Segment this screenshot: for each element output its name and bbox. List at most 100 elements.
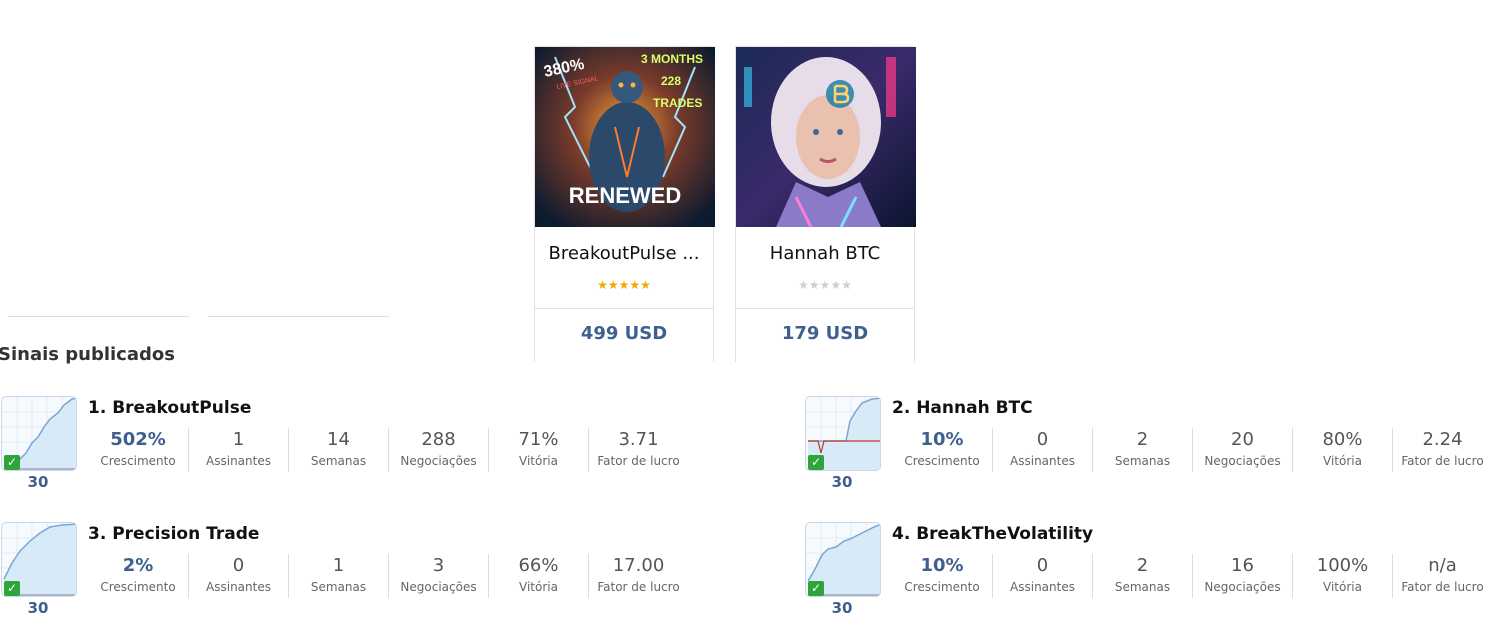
stat-win: 71% Vitória bbox=[488, 428, 588, 472]
stat-label: Assinantes bbox=[1010, 580, 1075, 594]
stat-label: Semanas bbox=[1114, 454, 1171, 468]
stat-label: Semanas bbox=[310, 580, 367, 594]
stat-value: 2.24 bbox=[1422, 429, 1463, 450]
stat-value: 1 bbox=[232, 429, 245, 450]
stat-label: Fator de lucro bbox=[597, 454, 680, 468]
stat-value: 100% bbox=[1316, 555, 1369, 576]
star-icon: ★ bbox=[618, 278, 630, 292]
rating-stars: ★★★★★ bbox=[736, 278, 914, 292]
stat-label: Assinantes bbox=[1010, 454, 1075, 468]
stat-growth: 10% Crescimento bbox=[892, 554, 992, 598]
mini-equity-chart[interactable]: ✓ bbox=[1, 396, 77, 471]
stat-win: 80% Vitória bbox=[1292, 428, 1392, 472]
signal-name[interactable]: 4. BreakTheVolatility bbox=[892, 524, 1093, 544]
stat-growth: 502% Crescimento bbox=[88, 428, 188, 472]
stat-value: 66% bbox=[518, 555, 559, 576]
stat-value: 0 bbox=[1036, 555, 1049, 576]
stat-value: 80% bbox=[1322, 429, 1363, 450]
stat-value: 0 bbox=[232, 555, 245, 576]
card-divider bbox=[535, 308, 713, 309]
stat-label: Assinantes bbox=[206, 454, 271, 468]
stat-label: Negociações bbox=[1204, 454, 1281, 468]
stat-trades: 3 Negociações bbox=[388, 554, 488, 598]
signal-row[interactable]: ✓ 30 4. BreakTheVolatility 10% Cresciment… bbox=[804, 522, 1491, 617]
stat-value: 2 bbox=[1136, 555, 1149, 576]
stat-value: 10% bbox=[920, 429, 964, 450]
star-icon: ★ bbox=[597, 278, 608, 292]
stat-growth: 10% Crescimento bbox=[892, 428, 992, 472]
stat-weeks: 2 Semanas bbox=[1092, 554, 1192, 598]
stat-subscribers: 0 Assinantes bbox=[188, 554, 288, 598]
stat-value: 14 bbox=[327, 429, 350, 450]
star-icon: ★ bbox=[819, 278, 831, 292]
verified-check-icon: ✓ bbox=[4, 581, 20, 596]
signal-stats: 10% Crescimento 0 Assinantes 2 Semanas 20 Ne… bbox=[892, 428, 1491, 472]
stat-label: Semanas bbox=[310, 454, 367, 468]
stat-value: 20 bbox=[1231, 429, 1254, 450]
signal-period: 30 bbox=[27, 473, 49, 491]
stat-label: Fator de lucro bbox=[1401, 580, 1484, 594]
stat-label: Vitória bbox=[1323, 454, 1362, 468]
stat-trades: 16 Negociações bbox=[1192, 554, 1292, 598]
signal-row[interactable]: ✓ 30 2. Hannah BTC 10% Crescimento 0 Assin… bbox=[804, 396, 1491, 491]
star-icon: ★ bbox=[841, 278, 852, 292]
signal-row[interactable]: ✓ 30 1. BreakoutPulse 502% Crescimento 1 A… bbox=[0, 396, 700, 491]
stat-label: Vitória bbox=[519, 454, 558, 468]
stat-win: 100% Vitória bbox=[1292, 554, 1392, 598]
stat-subscribers: 0 Assinantes bbox=[992, 554, 1092, 598]
verified-check-icon: ✓ bbox=[808, 581, 824, 596]
signal-period: 30 bbox=[27, 599, 49, 617]
stat-value: 17.00 bbox=[612, 555, 665, 576]
product-price[interactable]: 179 USD bbox=[736, 323, 914, 344]
product-price[interactable]: 499 USD bbox=[535, 323, 713, 344]
stat-subscribers: 1 Assinantes bbox=[188, 428, 288, 472]
stat-value: n/a bbox=[1428, 555, 1457, 576]
stat-label: Crescimento bbox=[100, 454, 176, 468]
star-icon: ★ bbox=[640, 278, 651, 292]
stat-label: Crescimento bbox=[904, 580, 980, 594]
section-title: Sinais publicados bbox=[0, 344, 175, 365]
thumb-text-months: 3 MONTHS bbox=[641, 52, 703, 66]
signal-stats: 2% Crescimento 0 Assinantes 1 Semanas 3 Nego… bbox=[88, 554, 688, 598]
product-card-breakoutpulse[interactable]: 380% LIVE SIGNAL 3 MONTHS 228 TRADES REN… bbox=[534, 46, 715, 362]
signal-name[interactable]: 3. Precision Trade bbox=[88, 524, 259, 544]
mini-equity-chart[interactable]: ✓ bbox=[805, 522, 881, 597]
verified-check-icon: ✓ bbox=[4, 455, 20, 470]
stat-label: Crescimento bbox=[100, 580, 176, 594]
stat-value: 0 bbox=[1036, 429, 1049, 450]
tab-underline bbox=[8, 316, 189, 317]
card-divider bbox=[736, 308, 914, 309]
stat-value: 1 bbox=[332, 555, 345, 576]
product-thumbnail-hannah-btc[interactable] bbox=[736, 47, 916, 227]
stat-label: Crescimento bbox=[904, 454, 980, 468]
product-name[interactable]: Hannah BTC bbox=[736, 243, 914, 264]
stat-value: 16 bbox=[1231, 555, 1254, 576]
rating-stars: ★★★★★ bbox=[535, 278, 713, 292]
stat-label: Semanas bbox=[1114, 580, 1171, 594]
signal-name[interactable]: 1. BreakoutPulse bbox=[88, 398, 251, 418]
stat-label: Fator de lucro bbox=[1401, 454, 1484, 468]
signal-row[interactable]: ✓ 30 3. Precision Trade 2% Crescimento 0 A… bbox=[0, 522, 700, 617]
star-icon: ★ bbox=[808, 278, 820, 292]
product-thumbnail-breakoutpulse[interactable]: 380% LIVE SIGNAL 3 MONTHS 228 TRADES REN… bbox=[535, 47, 715, 227]
stat-value: 2% bbox=[122, 555, 154, 576]
stat-trades: 288 Negociações bbox=[388, 428, 488, 472]
product-card-hannah-btc[interactable]: Hannah BTC ★★★★★ 179 USD bbox=[735, 46, 916, 362]
signal-name[interactable]: 2. Hannah BTC bbox=[892, 398, 1033, 418]
verified-check-icon: ✓ bbox=[808, 455, 824, 470]
stat-label: Negociações bbox=[1204, 580, 1281, 594]
mini-equity-chart[interactable]: ✓ bbox=[805, 396, 881, 471]
stat-label: Negociações bbox=[400, 580, 477, 594]
stat-weeks: 2 Semanas bbox=[1092, 428, 1192, 472]
stat-subscribers: 0 Assinantes bbox=[992, 428, 1092, 472]
thumb-text-trades: TRADES bbox=[653, 96, 702, 110]
stat-label: Fator de lucro bbox=[597, 580, 680, 594]
signal-stats: 10% Crescimento 0 Assinantes 2 Semanas 16 Ne… bbox=[892, 554, 1491, 598]
tab-underline bbox=[208, 316, 389, 317]
mini-equity-chart[interactable]: ✓ bbox=[1, 522, 77, 597]
stat-label: Vitória bbox=[519, 580, 558, 594]
star-icon: ★ bbox=[607, 278, 619, 292]
stat-profit-factor: n/a Fator de lucro bbox=[1392, 554, 1491, 598]
signal-stats: 502% Crescimento 1 Assinantes 14 Semanas 28… bbox=[88, 428, 688, 472]
product-name[interactable]: BreakoutPulse ... bbox=[535, 243, 713, 264]
